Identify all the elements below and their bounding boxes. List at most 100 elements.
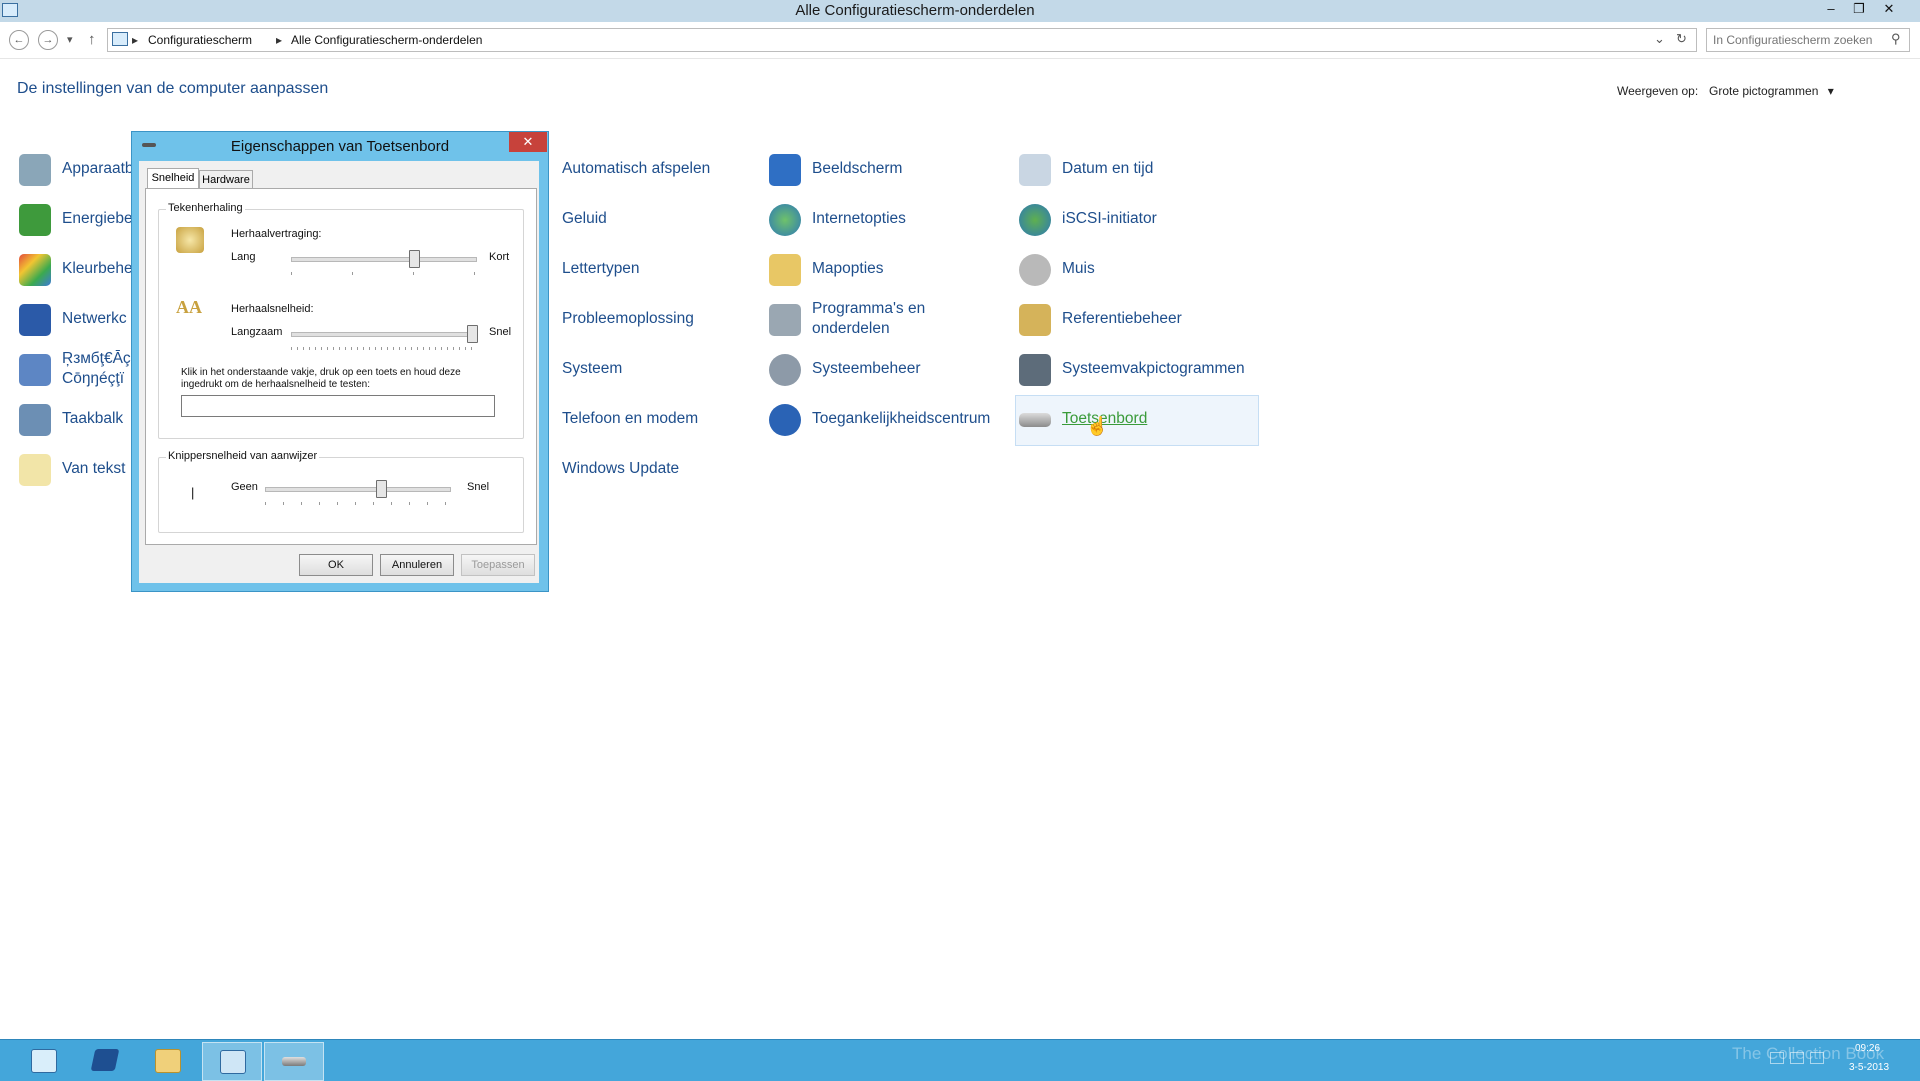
folder-icon bbox=[155, 1049, 181, 1073]
taskbar-powershell[interactable] bbox=[76, 1042, 134, 1079]
rate-label: Herhaalsnelheid: bbox=[231, 303, 314, 315]
iscsi-globe-icon bbox=[1019, 204, 1051, 236]
delay-max-label: Kort bbox=[489, 251, 510, 263]
slider-ticks bbox=[291, 347, 475, 350]
tab-hardware[interactable]: Hardware bbox=[199, 170, 253, 189]
server-manager-icon bbox=[31, 1049, 57, 1073]
cancel-button[interactable]: Annuleren bbox=[380, 554, 454, 576]
cp-item-automatisch-afspelen[interactable]: Automatisch afspelen bbox=[517, 146, 757, 194]
powershell-icon bbox=[90, 1049, 120, 1071]
cp-item-internetopties[interactable]: Internetopties bbox=[767, 196, 1007, 244]
breadcrumb-alle-onderdelen[interactable]: Alle Configuratiescherm-onderdelen bbox=[291, 33, 482, 47]
flag-icon[interactable] bbox=[1770, 1052, 1784, 1064]
taskbar-server-manager[interactable] bbox=[14, 1042, 72, 1079]
cp-item-toetsenbord[interactable]: Toetsenbord bbox=[1017, 396, 1257, 444]
tab-snelheid[interactable]: Snelheid bbox=[147, 168, 199, 189]
cp-item-systeemvakpictogrammen[interactable]: Systeemvakpictogrammen bbox=[1017, 346, 1257, 394]
dialog-close-button[interactable]: ✕ bbox=[509, 132, 547, 152]
taskbar-control-panel[interactable] bbox=[202, 1042, 262, 1081]
address-dropdown-icon[interactable]: ⌄ bbox=[1654, 31, 1665, 47]
cp-item-windows-update[interactable]: Windows Update bbox=[517, 446, 757, 494]
taskbar-explorer[interactable] bbox=[138, 1042, 196, 1079]
slider-ticks bbox=[265, 502, 449, 505]
taskbar-keyboard[interactable] bbox=[264, 1042, 324, 1081]
refresh-icon[interactable]: ↻ bbox=[1676, 31, 1687, 47]
cp-item-iscsi-initiator[interactable]: iSCSI-initiator bbox=[1017, 196, 1257, 244]
ok-button[interactable]: OK bbox=[299, 554, 373, 576]
address-bar[interactable]: ▸ Configuratiescherm ▸ Alle Configuratie… bbox=[107, 28, 1697, 52]
search-box[interactable]: ⚲ bbox=[1706, 28, 1910, 52]
repeat-rate-icon: AA bbox=[176, 297, 202, 317]
cp-item-toegankelijkheidscentrum[interactable]: Toegankelijkheidscentrum bbox=[767, 396, 1007, 444]
repeat-delay-icon bbox=[176, 227, 204, 253]
apply-button[interactable]: Toepassen bbox=[461, 554, 535, 576]
cp-item-telefoon-en-modem[interactable]: Telefoon en modem bbox=[517, 396, 757, 444]
cp-item-beeldscherm[interactable]: Beeldscherm bbox=[767, 146, 1007, 194]
repeat-delay-slider[interactable] bbox=[291, 250, 477, 275]
credential-vault-icon bbox=[1019, 304, 1051, 336]
network-center-icon bbox=[19, 304, 51, 336]
view-label: Weergeven op: bbox=[1617, 84, 1699, 98]
page-heading: De instellingen van de computer aanpasse… bbox=[17, 80, 329, 97]
window-title: Alle Configuratiescherm-onderdelen bbox=[795, 2, 1035, 19]
display-icon bbox=[769, 154, 801, 186]
slider-thumb[interactable] bbox=[409, 250, 420, 268]
cp-item-geluid[interactable]: Geluid bbox=[517, 196, 757, 244]
slider-track bbox=[265, 487, 451, 492]
text-cursor-icon: | bbox=[191, 485, 195, 500]
device-manager-icon bbox=[19, 154, 51, 186]
programs-icon bbox=[769, 304, 801, 336]
admin-tools-icon bbox=[769, 354, 801, 386]
back-button[interactable]: ← bbox=[9, 30, 29, 50]
search-icon[interactable]: ⚲ bbox=[1891, 31, 1901, 47]
slider-track bbox=[291, 257, 477, 262]
network-icon[interactable] bbox=[1790, 1052, 1804, 1064]
cp-item-datum-en-tijd[interactable]: Datum en tijd bbox=[1017, 146, 1257, 194]
breadcrumb-separator: ▸ bbox=[276, 33, 283, 47]
control-panel-icon bbox=[112, 32, 128, 46]
close-window-button[interactable]: ✕ bbox=[1876, 0, 1902, 20]
cp-item-systeembeheer[interactable]: Systeembeheer bbox=[767, 346, 1007, 394]
view-mode-dropdown[interactable]: Grote pictogrammen ▾ bbox=[1709, 84, 1834, 98]
breadcrumb-separator: ▸ bbox=[132, 33, 139, 47]
slider-thumb[interactable] bbox=[376, 480, 387, 498]
repeat-rate-slider[interactable] bbox=[291, 325, 478, 350]
forward-button[interactable]: → bbox=[38, 30, 58, 50]
recent-locations-button[interactable]: ▾ bbox=[67, 33, 73, 46]
keyboard-properties-dialog: Eigenschappen van Toetsenbord ✕ Snelheid… bbox=[131, 131, 549, 592]
up-button[interactable]: ↑ bbox=[88, 31, 96, 48]
slider-thumb[interactable] bbox=[467, 325, 478, 343]
delay-min-label: Lang bbox=[231, 251, 256, 263]
repeat-test-field[interactable] bbox=[181, 395, 495, 417]
volume-icon[interactable] bbox=[1810, 1052, 1824, 1064]
breadcrumb-configuratiescherm[interactable]: Configuratiescherm bbox=[148, 33, 252, 47]
taskbar-icon bbox=[19, 404, 51, 436]
clock-date[interactable]: 3-5-2013 bbox=[1849, 1062, 1889, 1073]
globe-icon bbox=[769, 204, 801, 236]
cp-item-programmas-en-onderdelen[interactable]: Programma's en onderdelen bbox=[767, 296, 1007, 344]
group-label-tekenherhaling: Tekenherhaling bbox=[166, 202, 245, 214]
cp-item-mapopties[interactable]: Mapopties bbox=[767, 246, 1007, 294]
remote-connection-icon bbox=[19, 354, 51, 386]
view-mode-value: Grote pictogrammen bbox=[1709, 84, 1819, 98]
minimize-button[interactable]: ‒ bbox=[1818, 0, 1844, 20]
clock-time[interactable]: 09:26 bbox=[1855, 1043, 1880, 1054]
cp-item-referentiebeheer[interactable]: Referentiebeheer bbox=[1017, 296, 1257, 344]
cursor-blink-slider[interactable] bbox=[265, 480, 451, 505]
chevron-down-icon: ▾ bbox=[1827, 84, 1834, 98]
search-input[interactable] bbox=[1711, 31, 1885, 49]
cp-item-muis[interactable]: Muis bbox=[1017, 246, 1257, 294]
cp-item-probleemoplossing[interactable]: Probleemoplossing bbox=[517, 296, 757, 344]
title-bar: Alle Configuratiescherm-onderdelen ‒ ❐ ✕ bbox=[0, 0, 1920, 22]
cp-item-lettertypen[interactable]: Lettertypen bbox=[517, 246, 757, 294]
color-management-icon bbox=[19, 254, 51, 286]
restore-button[interactable]: ❐ bbox=[1846, 0, 1872, 20]
taskbar bbox=[0, 1039, 1920, 1081]
blink-max-label: Snel bbox=[467, 481, 490, 493]
keyboard-icon bbox=[282, 1057, 306, 1066]
speech-bubble-icon bbox=[19, 454, 51, 486]
dialog-title: Eigenschappen van Toetsenbord bbox=[230, 138, 450, 155]
calendar-clock-icon bbox=[1019, 154, 1051, 186]
test-instructions: Klik in het onderstaande vakje, druk op … bbox=[181, 367, 461, 390]
cp-item-systeem[interactable]: Systeem bbox=[517, 346, 757, 394]
